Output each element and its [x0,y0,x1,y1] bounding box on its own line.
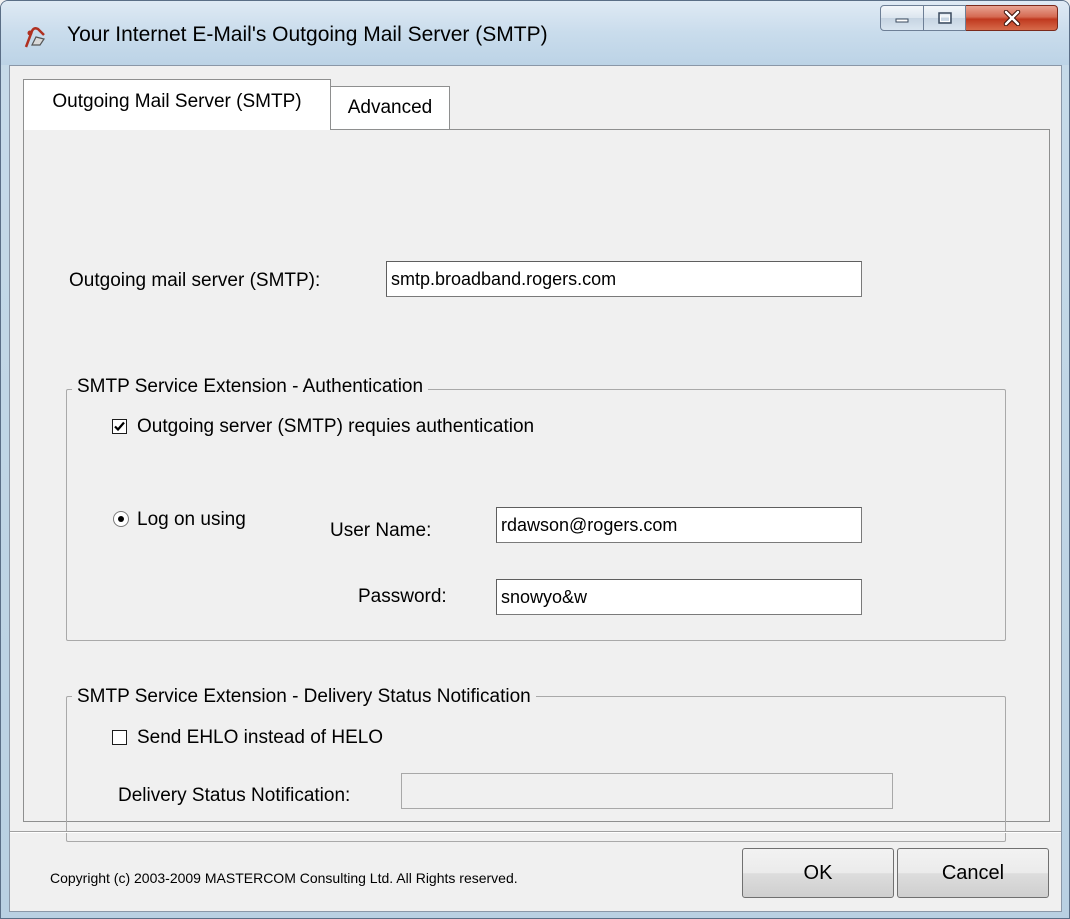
window-title: Your Internet E-Mail's Outgoing Mail Ser… [67,23,548,46]
maximize-icon [937,12,952,24]
dsn-label: Delivery Status Notification: [118,785,351,806]
ok-button[interactable]: OK [742,848,894,898]
logon-using-label: Log on using [137,509,246,530]
smtp-server-input[interactable]: smtp.broadband.rogers.com [386,261,862,297]
dialog-client-area: Outgoing Mail Server (SMTP) Advanced Out… [9,65,1062,912]
smtp-server-label: Outgoing mail server (SMTP): [69,270,321,291]
send-ehlo-checkbox[interactable] [112,730,127,745]
username-label: User Name: [330,520,432,541]
authentication-group-title: SMTP Service Extension - Authentication [72,376,429,398]
requires-auth-label: Outgoing server (SMTP) requies authentic… [137,416,535,437]
tab-page: Outgoing mail server (SMTP): smtp.broadb… [23,129,1050,842]
password-input[interactable]: snowyo&w [496,579,862,615]
radio-selected-dot [118,516,124,522]
dsn-input[interactable] [401,773,893,809]
footer-separator-highlight [10,832,1061,833]
maximize-button[interactable] [924,5,966,31]
tab-advanced[interactable]: Advanced [331,86,450,129]
tab-outgoing-mail-server[interactable]: Outgoing Mail Server (SMTP) [23,79,331,130]
dsn-group [66,696,1006,842]
title-bar[interactable]: Your Internet E-Mail's Outgoing Mail Ser… [1,1,1069,65]
password-label: Password: [358,586,447,607]
send-ehlo-label: Send EHLO instead of HELO [137,727,384,748]
dialog-window: Your Internet E-Mail's Outgoing Mail Ser… [0,0,1070,919]
mail-server-icon [24,27,45,48]
close-icon [1003,10,1020,26]
minimize-icon [895,18,909,23]
checkmark-icon [114,421,125,432]
cancel-button[interactable]: Cancel [897,848,1049,898]
dsn-group-title: SMTP Service Extension - Delivery Status… [72,686,536,708]
logon-using-radio[interactable] [113,511,129,527]
copyright-text: Copyright (c) 2003-2009 MASTERCOM Consul… [50,870,518,886]
username-input[interactable]: rdawson@rogers.com [496,507,862,543]
minimize-button[interactable] [880,5,924,31]
close-button[interactable] [966,5,1058,31]
caption-buttons [880,5,1058,33]
requires-auth-checkbox[interactable] [112,419,127,434]
